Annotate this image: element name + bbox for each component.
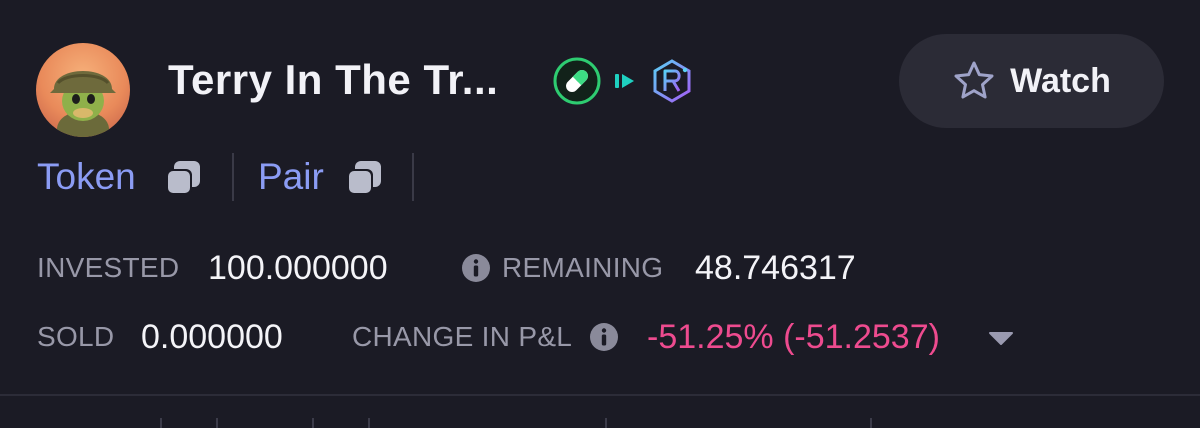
copy-icon[interactable] [163,158,203,198]
sold-label: SOLD [37,321,115,352]
section-divider [0,394,1200,396]
tab-divider [160,418,162,428]
token-name: Terry In The Tr... [168,56,499,103]
tab-divider [605,418,607,428]
remaining-value: 48.746317 [695,249,856,287]
invested-value: 100.000000 [208,249,388,287]
star-outline-icon [954,61,994,99]
pill-icon[interactable] [553,57,601,105]
link-divider [232,153,234,201]
info-icon[interactable] [589,322,619,352]
raydium-icon[interactable] [649,58,695,104]
link-divider [412,153,414,201]
caret-down-icon[interactable] [988,330,1014,346]
invested-label: INVESTED [37,252,180,283]
info-icon[interactable] [461,253,491,283]
token-avatar [36,43,130,137]
tab-divider [216,418,218,428]
pair-link[interactable]: Pair [258,156,324,198]
remaining-label: REMAINING [502,252,664,283]
watch-button[interactable]: Watch [899,34,1164,128]
tab-divider [312,418,314,428]
copy-icon[interactable] [344,158,384,198]
change-pl-value: -51.25% (-51.2537) [647,318,940,356]
tab-divider [368,418,370,428]
token-link[interactable]: Token [37,156,136,198]
sold-value: 0.000000 [141,318,283,356]
turtle-soldier-avatar-icon [36,43,130,137]
change-pl-label: CHANGE IN P&L [352,321,573,352]
tab-divider [870,418,872,428]
watch-label: Watch [1010,61,1111,100]
play-icon[interactable] [614,72,636,90]
